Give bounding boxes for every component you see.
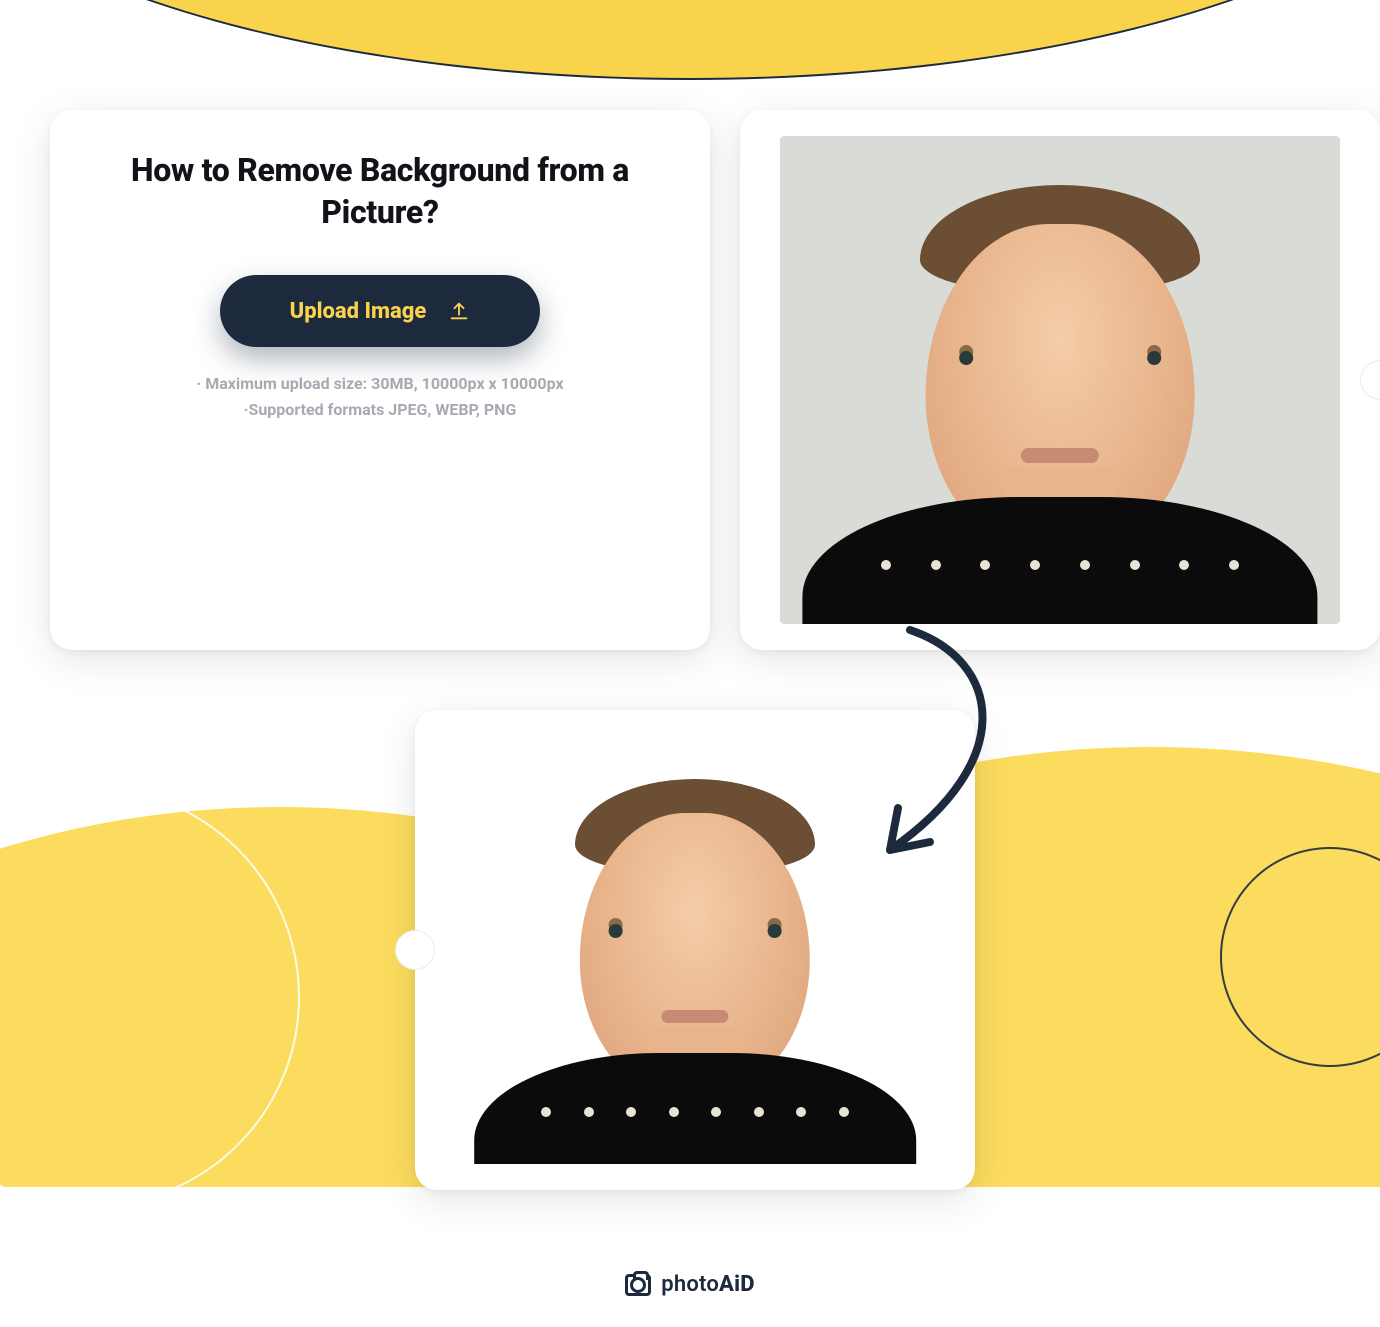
tablet-home-button [1360,360,1380,400]
before-photo [780,136,1340,624]
upload-image-button[interactable]: Upload Image [220,275,540,347]
upload-button-label: Upload Image [290,299,427,324]
brand-text-light: photo [661,1272,719,1297]
before-image-card [740,110,1380,650]
hint-formats: ·Supported formats JPEG, WEBP, PNG [98,397,662,423]
bg-arc-top [0,0,1380,80]
hint-max-size: · Maximum upload size: 30MB, 10000px x 1… [98,371,662,397]
after-image-card [415,710,975,1190]
page-headline: How to Remove Background from a Picture? [98,150,662,233]
instructions-card: How to Remove Background from a Picture?… [50,110,710,650]
camera-icon [625,1274,651,1296]
bg-bottom-band [0,1187,1380,1327]
brand-text-bold: AiD [719,1272,755,1297]
footer-brand: photoAiD [0,1272,1380,1297]
upload-icon [448,300,470,322]
after-photo [455,736,935,1164]
tablet-home-button [395,930,435,970]
